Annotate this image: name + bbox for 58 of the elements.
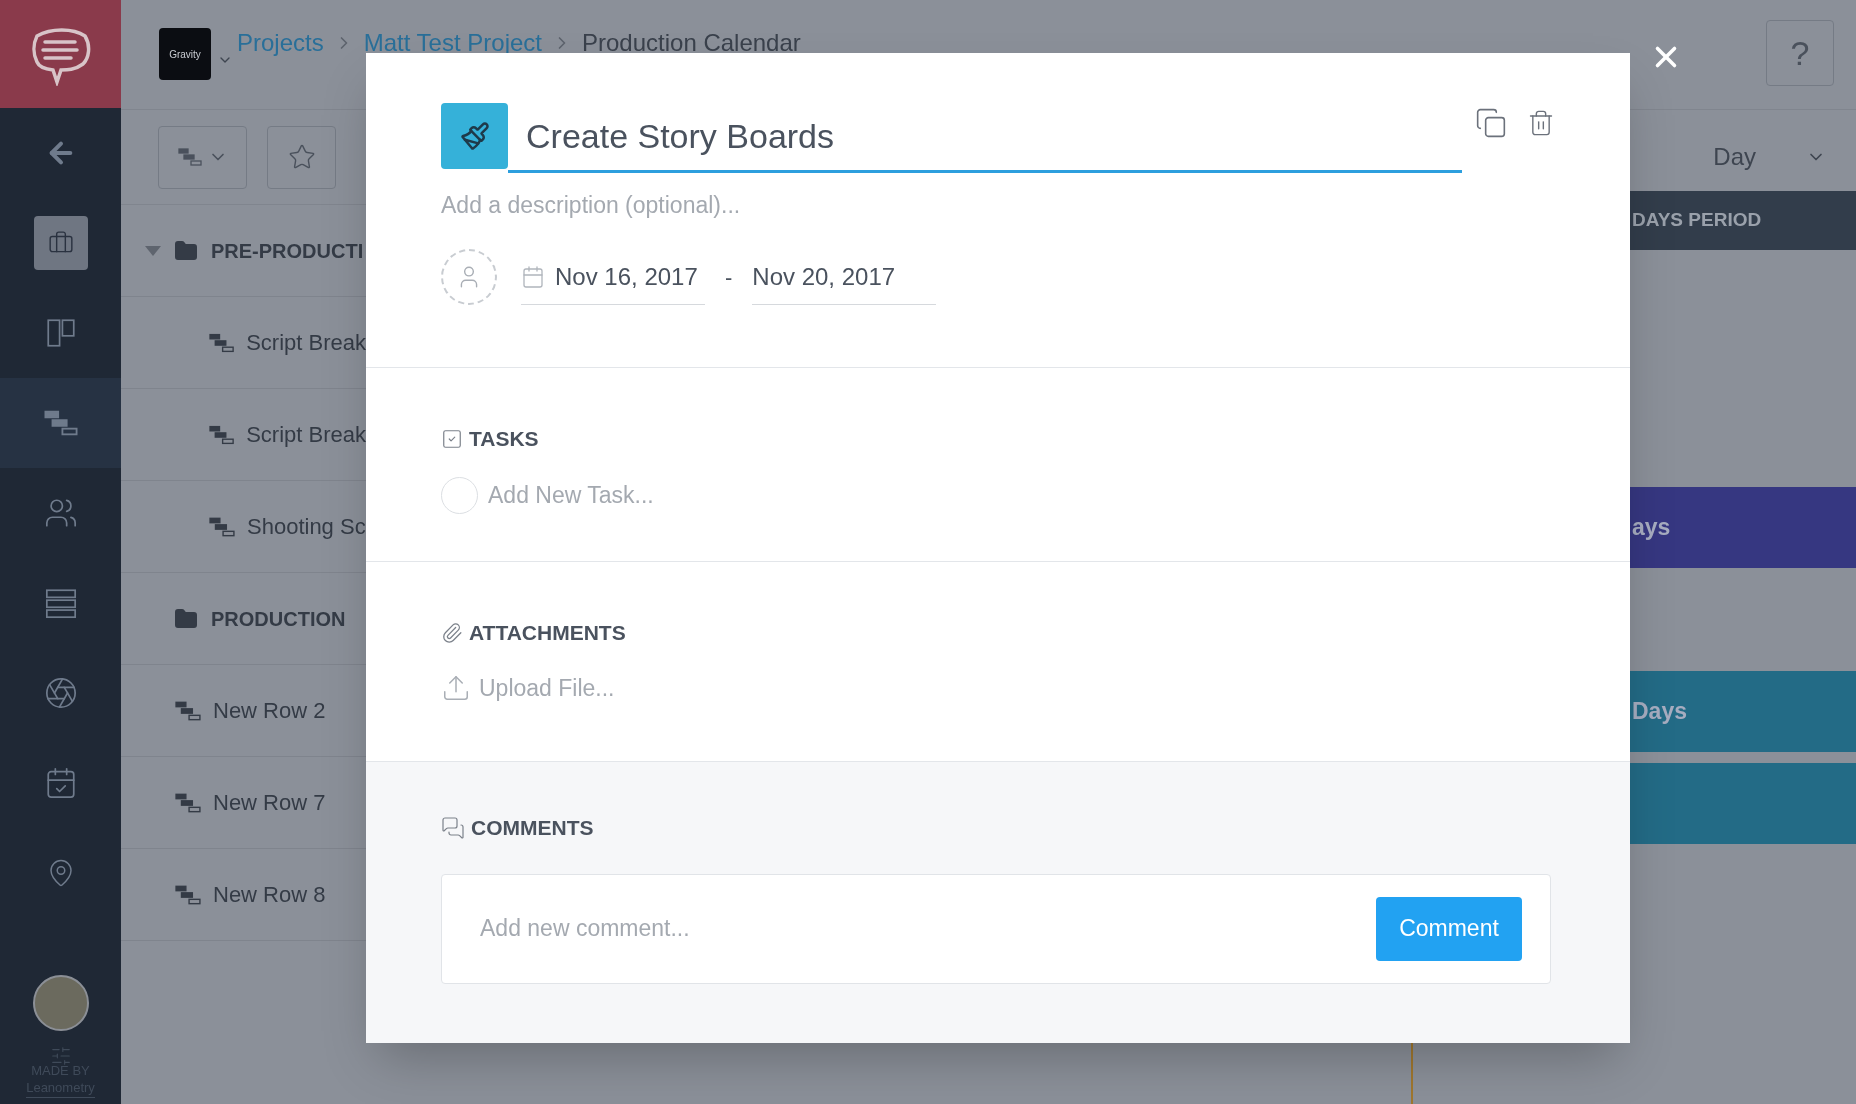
end-date-field[interactable]: Nov 20, 2017	[752, 249, 937, 305]
calendar-icon	[521, 264, 545, 289]
bar-label: ays	[1632, 512, 1671, 542]
help-button[interactable]: ?	[1766, 20, 1834, 86]
start-date-field[interactable]: Nov 16, 2017	[521, 249, 705, 305]
gantt-row-icon	[175, 792, 201, 813]
assignee-avatar-button[interactable]	[441, 249, 497, 305]
row-label: Script Break	[246, 329, 366, 357]
view-mode-button[interactable]	[158, 125, 247, 189]
view-select[interactable]: Day	[1713, 139, 1826, 175]
speech-bubbles-icon	[441, 815, 465, 840]
breadcrumb-current: Production Calendar	[582, 28, 801, 58]
sidebar-nav-item[interactable]	[0, 378, 121, 468]
paintbrush-icon	[459, 121, 490, 151]
bar-label: Days	[1632, 696, 1687, 726]
today-marker-line	[1411, 1043, 1413, 1104]
star-icon	[287, 143, 316, 171]
brush-icon-tile[interactable]	[441, 103, 508, 169]
row-label: New Row 8	[213, 881, 326, 909]
description-field[interactable]: Add a description (optional)...	[441, 187, 1555, 223]
paperclip-icon	[441, 621, 463, 644]
gantt-row-icon	[175, 700, 201, 721]
aperture-icon	[43, 676, 78, 710]
checkbox-icon	[441, 427, 463, 450]
group-label: PRE-PRODUCTI	[211, 238, 364, 264]
favorite-button[interactable]	[267, 125, 336, 189]
workspace-logo[interactable]: Gravity	[159, 28, 211, 80]
folder-icon	[173, 606, 199, 631]
section-heading: TASKS	[469, 426, 539, 452]
list-icon	[43, 586, 78, 620]
gantt-row-icon	[209, 332, 235, 353]
date-separator: -	[725, 263, 733, 292]
gantt-icon	[177, 148, 202, 166]
gantt-bar[interactable]: Days	[1630, 670, 1856, 752]
bar-label: DAYS PERIOD	[1632, 207, 1762, 232]
gantt-row-icon	[209, 516, 235, 537]
row-label: New Row 2	[213, 697, 326, 725]
comment-button[interactable]: Comment	[1376, 896, 1522, 961]
folder-icon	[173, 238, 199, 263]
upload-file-button[interactable]: Upload File...	[441, 670, 1555, 705]
app-logo-tile[interactable]	[0, 0, 121, 108]
group-label: PRODUCTION	[211, 606, 346, 632]
row-label: Shooting Sc	[247, 513, 366, 541]
gantt-icon	[43, 410, 78, 436]
gantt-bar[interactable]: ays	[1630, 486, 1856, 568]
period-header-bar[interactable]: DAYS PERIOD	[1630, 190, 1856, 250]
comment-field[interactable]: Add new comment...	[480, 911, 1376, 946]
new-task-field[interactable]: Add New Task...	[441, 476, 1555, 514]
gantt-row-icon	[209, 424, 235, 445]
people-icon	[43, 496, 78, 530]
section-heading: ATTACHMENTS	[469, 620, 626, 646]
copy-icon[interactable]	[1475, 107, 1507, 139]
row-label: Script Break	[246, 421, 366, 449]
section-heading: COMMENTS	[471, 815, 594, 841]
gantt-row-icon	[175, 884, 201, 905]
row-label: New Row 7	[213, 789, 326, 817]
collapse-triangle-icon[interactable]	[145, 245, 161, 256]
title-field[interactable]: Create Story Boards	[508, 103, 1462, 173]
